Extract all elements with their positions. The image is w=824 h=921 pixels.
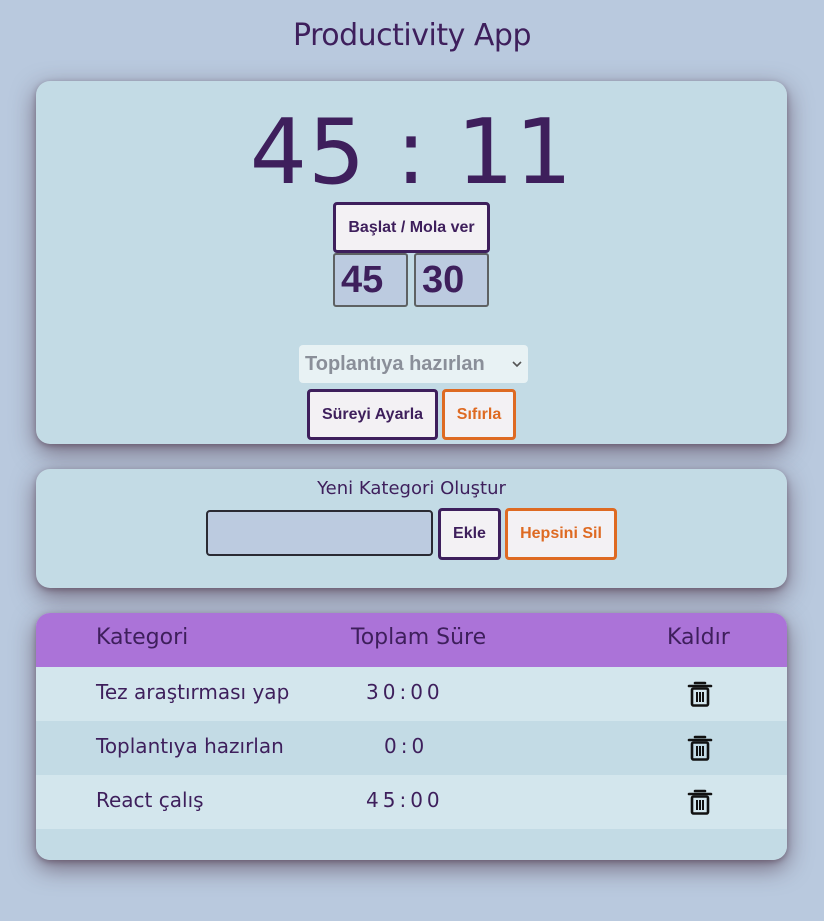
new-category-heading: Yeni Kategori Oluştur xyxy=(317,478,506,499)
set-duration-button[interactable]: Süreyi Ayarla xyxy=(307,389,438,440)
task-select[interactable]: Toplantıya hazırlan xyxy=(299,345,528,383)
clear-all-button[interactable]: Hepsini Sil xyxy=(505,508,617,560)
table-footer-spacer xyxy=(36,829,787,860)
seconds-input[interactable]: 30 xyxy=(414,253,489,307)
table-row: React çalış 45:00 xyxy=(36,775,787,829)
add-category-button[interactable]: Ekle xyxy=(438,508,501,560)
timer-card: 45 : 11 Başlat / Mola ver 45 30 Toplantı… xyxy=(36,81,787,444)
header-category: Kategori xyxy=(96,625,189,650)
row-total-time: 30:00 xyxy=(366,680,444,704)
trash-icon[interactable] xyxy=(687,788,713,816)
header-remove: Kaldır xyxy=(667,625,730,650)
minutes-input[interactable]: 45 xyxy=(333,253,408,307)
row-category: Toplantıya hazırlan xyxy=(96,734,284,758)
category-table: Kategori Toplam Süre Kaldır Tez araştırm… xyxy=(36,613,787,860)
table-row: Toplantıya hazırlan 0:0 xyxy=(36,721,787,775)
app-title: Productivity App xyxy=(293,18,532,53)
table-row: Tez araştırması yap 30:00 xyxy=(36,667,787,721)
reset-button[interactable]: Sıfırla xyxy=(442,389,516,440)
row-category: Tez araştırması yap xyxy=(96,680,290,704)
trash-icon[interactable] xyxy=(687,680,713,708)
category-card: Yeni Kategori Oluştur Ekle Hepsini Sil xyxy=(36,469,787,588)
row-category: React çalış xyxy=(96,788,204,812)
timer-display: 45 : 11 xyxy=(249,100,574,205)
task-select-value: Toplantıya hazırlan xyxy=(305,353,485,375)
header-total-time: Toplam Süre xyxy=(351,625,487,650)
row-total-time: 0:0 xyxy=(384,734,429,758)
row-total-time: 45:00 xyxy=(366,788,444,812)
category-name-input[interactable] xyxy=(206,510,433,556)
table-header: Kategori Toplam Süre Kaldır xyxy=(36,613,787,667)
trash-icon[interactable] xyxy=(687,734,713,762)
start-pause-button[interactable]: Başlat / Mola ver xyxy=(333,202,490,253)
